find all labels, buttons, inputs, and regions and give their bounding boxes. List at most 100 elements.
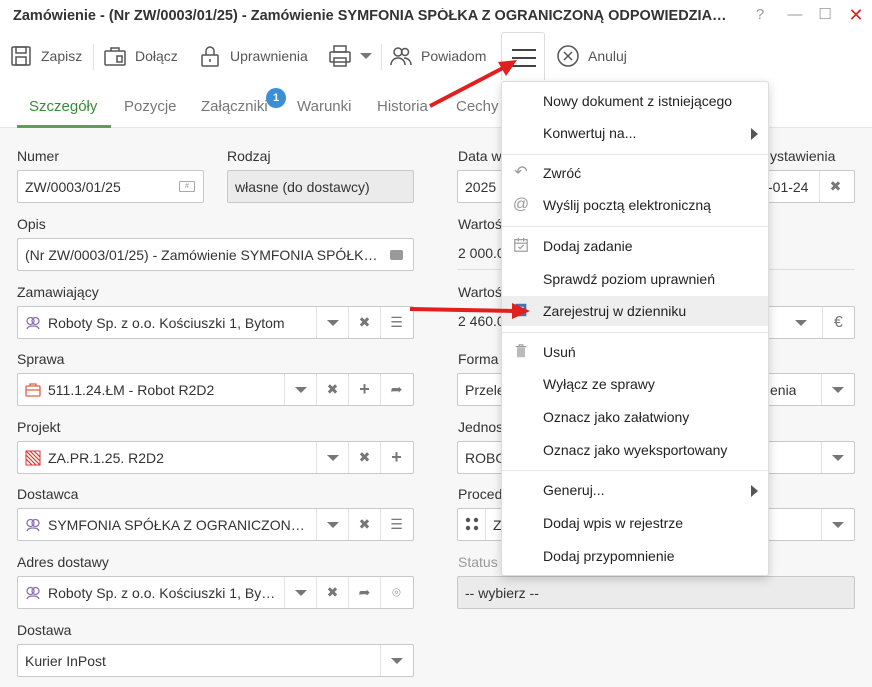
people-icon bbox=[390, 47, 412, 66]
hamburger-icon bbox=[512, 49, 536, 51]
print-dropdown-icon[interactable] bbox=[360, 53, 372, 59]
case-open-button[interactable]: ➦ bbox=[380, 374, 412, 405]
tab-history[interactable]: Historia bbox=[377, 98, 428, 115]
chevron-right-icon bbox=[751, 485, 758, 497]
menu-item-label: Dodaj przypomnienie bbox=[543, 548, 675, 564]
tab-conditions[interactable]: Warunki bbox=[297, 98, 351, 115]
menu-item-convert[interactable]: Konwertuj na... bbox=[502, 118, 768, 148]
toolbar: Zapisz Dołącz Uprawnienia Powiadom Anulu… bbox=[0, 32, 872, 82]
chevron-down-icon bbox=[294, 387, 307, 394]
supplier-value: SYMFONIA SPÓŁKA Z OGRANICZONĄ ODPOWIEDZI… bbox=[48, 517, 310, 533]
menu-item-add-reminder[interactable]: Dodaj przypomnienie bbox=[502, 541, 768, 571]
procedure-label: Proced bbox=[458, 486, 503, 502]
currency-dropdown-button[interactable] bbox=[785, 307, 817, 338]
orderer-dropdown-button[interactable] bbox=[316, 307, 348, 338]
menu-item-label: Generuj... bbox=[543, 482, 605, 498]
orderer-details-button[interactable]: ☰ bbox=[380, 307, 412, 338]
unit-dropdown-button[interactable] bbox=[821, 442, 853, 473]
menu-divider bbox=[502, 470, 768, 471]
menu-item-register-in-journal[interactable]: Zarejestruj w dzienniku bbox=[502, 296, 768, 326]
number-field[interactable]: ZW/0003/01/25 # bbox=[17, 170, 204, 203]
delivery-address-clear-button[interactable]: ✖ bbox=[316, 577, 348, 608]
project-field[interactable]: ZA.PR.1.25. R2D2 ✖ + bbox=[17, 441, 414, 474]
orderer-clear-button[interactable]: ✖ bbox=[348, 307, 380, 338]
menu-item-return[interactable]: ↶ Zwróć bbox=[502, 158, 768, 188]
attach-button[interactable]: Dołącz bbox=[103, 40, 178, 72]
padlock-icon bbox=[201, 46, 219, 67]
supplier-clear-button[interactable]: ✖ bbox=[348, 509, 380, 540]
procedure-icon-box bbox=[458, 509, 486, 540]
case-add-button[interactable]: + bbox=[348, 374, 380, 405]
status-select: -- wybierz -- bbox=[457, 576, 855, 609]
supplier-details-button[interactable]: ☰ bbox=[380, 509, 412, 540]
supplier-field[interactable]: SYMFONIA SPÓŁKA Z OGRANICZONĄ ODPOWIEDZI… bbox=[17, 508, 414, 541]
menu-item-label: Oznacz jako wyeksportowany bbox=[543, 442, 728, 458]
issue-date-clear-button[interactable]: ✖ bbox=[819, 171, 851, 202]
chevron-down-icon bbox=[831, 387, 844, 394]
tab-attachments[interactable]: Załączniki bbox=[201, 98, 268, 115]
menu-divider bbox=[502, 332, 768, 333]
description-field[interactable]: (Nr ZW/0003/01/25) - Zamówienie SYMFONIA… bbox=[17, 238, 414, 271]
payment-dropdown-button[interactable] bbox=[821, 374, 853, 405]
menu-item-add-register-entry[interactable]: Dodaj wpis w rejestrze bbox=[502, 508, 768, 538]
issue-date-value: -01-24 bbox=[768, 179, 809, 195]
print-button[interactable] bbox=[328, 40, 372, 72]
status-value: -- wybierz -- bbox=[465, 585, 539, 601]
case-dropdown-button[interactable] bbox=[284, 374, 316, 405]
comment-icon[interactable] bbox=[390, 250, 403, 260]
orderer-label: Zamawiający bbox=[17, 284, 99, 300]
menu-item-add-task[interactable]: Dodaj zadanie bbox=[502, 231, 768, 261]
tab-details[interactable]: Szczegóły bbox=[29, 98, 97, 115]
attachments-count-badge: 1 bbox=[266, 88, 286, 108]
delivery-address-label: Adres dostawy bbox=[17, 554, 109, 570]
payment-value-tail: enia bbox=[770, 382, 797, 398]
chevron-down-icon bbox=[326, 455, 339, 462]
project-clear-button[interactable]: ✖ bbox=[348, 442, 380, 473]
chevron-down-icon bbox=[831, 522, 844, 529]
currency-field[interactable]: € bbox=[760, 306, 855, 339]
menu-item-mark-done[interactable]: Oznacz jako załatwiony bbox=[502, 402, 768, 432]
numbering-icon[interactable]: # bbox=[179, 181, 195, 192]
minimize-button[interactable]: — bbox=[784, 4, 806, 26]
delivery-select[interactable]: Kurier InPost bbox=[17, 644, 414, 677]
chevron-down-icon bbox=[390, 658, 403, 665]
description-value: (Nr ZW/0003/01/25) - Zamówienie SYMFONIA… bbox=[25, 247, 379, 263]
menu-item-new-from-existing[interactable]: Nowy dokument z istniejącego bbox=[502, 86, 768, 116]
menu-item-check-permissions[interactable]: Sprawdź poziom uprawnień bbox=[502, 264, 768, 294]
notify-button[interactable]: Powiadom bbox=[389, 40, 486, 72]
maximize-button[interactable]: ☐ bbox=[814, 4, 836, 26]
delivery-address-field[interactable]: Roboty Sp. z o.o. Kościuszki 1, Bytom ✖ … bbox=[17, 576, 414, 609]
orderer-field[interactable]: Roboty Sp. z o.o. Kościuszki 1, Bytom ✖ … bbox=[17, 306, 414, 339]
cancel-circle-icon bbox=[557, 45, 579, 67]
delivery-dropdown-button[interactable] bbox=[380, 645, 412, 676]
cancel-button[interactable]: Anuluj bbox=[556, 40, 627, 72]
tab-items[interactable]: Pozycje bbox=[124, 98, 177, 115]
menu-item-mark-exported[interactable]: Oznacz jako wyeksportowany bbox=[502, 435, 768, 465]
project-dropdown-button[interactable] bbox=[316, 442, 348, 473]
help-button[interactable]: ? bbox=[749, 4, 771, 26]
menu-item-generate[interactable]: Generuj... bbox=[502, 475, 768, 505]
delivery-address-dropdown-button[interactable] bbox=[284, 577, 316, 608]
case-clear-button[interactable]: ✖ bbox=[316, 374, 348, 405]
menu-divider bbox=[502, 226, 768, 227]
status-label: Status bbox=[458, 554, 498, 570]
more-actions-menu-button[interactable] bbox=[501, 32, 545, 80]
delivery-address-open-button[interactable]: ➦ bbox=[348, 577, 380, 608]
tab-features[interactable]: Cechy bbox=[456, 98, 499, 115]
notify-label: Powiadom bbox=[421, 48, 487, 64]
save-button[interactable]: Zapisz bbox=[9, 40, 82, 72]
permissions-button[interactable]: Uprawnienia bbox=[198, 40, 308, 72]
toolbar-divider bbox=[93, 44, 94, 70]
procedure-dropdown-button[interactable] bbox=[821, 509, 853, 540]
euro-icon[interactable]: € bbox=[822, 307, 854, 338]
close-button[interactable]: ✕ bbox=[845, 4, 867, 26]
supplier-dropdown-button[interactable] bbox=[316, 509, 348, 540]
menu-item-label: Dodaj zadanie bbox=[543, 238, 633, 254]
map-pin-icon[interactable]: ⌾ bbox=[380, 577, 412, 608]
menu-item-delete[interactable]: Usuń bbox=[502, 337, 768, 367]
menu-item-send-email[interactable]: @ Wyślij pocztą elektroniczną bbox=[502, 190, 768, 220]
net-value: 2 000.0 bbox=[458, 245, 505, 261]
project-add-button[interactable]: + bbox=[380, 442, 412, 473]
case-field[interactable]: 511.1.24.ŁM - Robot R2D2 ✖ + ➦ bbox=[17, 373, 414, 406]
menu-item-exclude-from-case[interactable]: Wyłącz ze sprawy bbox=[502, 369, 768, 399]
